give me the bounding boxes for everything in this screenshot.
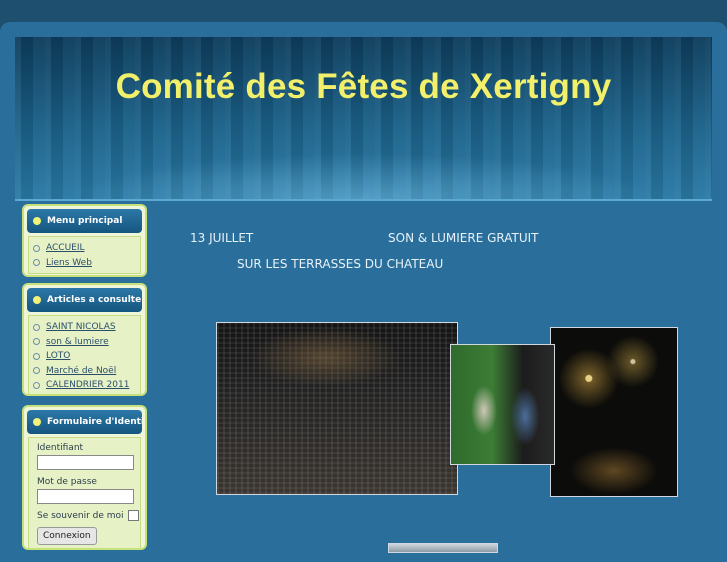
articles-list: SAINT NICOLAS son & lumiere LOTO Marché … bbox=[28, 315, 141, 394]
password-label: Mot de passe bbox=[37, 477, 97, 487]
ring-bullet-icon bbox=[33, 323, 40, 331]
articles-header: Articles a consulter bbox=[27, 288, 142, 312]
menu-item-label: Liens Web bbox=[46, 257, 92, 268]
article-link-loto[interactable]: LOTO bbox=[33, 349, 140, 364]
remember-row: Se souvenir de moi bbox=[37, 510, 140, 521]
password-input[interactable] bbox=[37, 489, 134, 504]
ring-bullet-icon bbox=[33, 338, 40, 346]
crowd-photo bbox=[216, 322, 458, 495]
menu-principal-header: Menu principal bbox=[27, 209, 142, 233]
login-header: Formulaire d'Identification bbox=[27, 410, 142, 434]
articles-title: Articles a consulter bbox=[47, 295, 142, 305]
menu-item-accueil[interactable]: ACCUEIL bbox=[33, 241, 140, 256]
menu-item-label: ACCUEIL bbox=[46, 243, 85, 254]
remember-checkbox[interactable] bbox=[127, 510, 139, 521]
menu-item-liens-web[interactable]: Liens Web bbox=[33, 256, 140, 271]
bullet-icon bbox=[33, 296, 41, 304]
article-link-son-lumiere[interactable]: son & lumiere bbox=[33, 335, 140, 350]
event-date: 13 JUILLET bbox=[190, 231, 254, 245]
article-link-saint-nicolas[interactable]: SAINT NICOLAS bbox=[33, 320, 140, 335]
ring-bullet-icon bbox=[33, 381, 40, 389]
bullet-icon bbox=[33, 217, 41, 225]
ring-bullet-icon bbox=[33, 367, 40, 375]
menu-principal-title: Menu principal bbox=[47, 216, 123, 226]
articles-module: Articles a consulter SAINT NICOLAS son &… bbox=[22, 283, 147, 396]
username-label: Identifiant bbox=[37, 443, 84, 453]
event-location: SUR LES TERRASSES DU CHATEAU bbox=[237, 257, 444, 271]
article-label: LOTO bbox=[46, 351, 71, 362]
fireworks-photo bbox=[550, 327, 678, 497]
menu-principal-module: Menu principal ACCUEIL Liens Web bbox=[22, 204, 147, 277]
event-title: SON & LUMIERE GRATUIT bbox=[388, 231, 539, 245]
login-module: Formulaire d'Identification Identifiant … bbox=[22, 405, 147, 550]
login-title: Formulaire d'Identification bbox=[47, 417, 142, 427]
remember-label: Se souvenir de moi bbox=[37, 510, 124, 521]
ring-bullet-icon bbox=[33, 352, 40, 360]
article-label: SAINT NICOLAS bbox=[46, 322, 116, 333]
bullet-icon bbox=[33, 418, 41, 426]
site-title: Comité des Fêtes de Xertigny bbox=[115, 67, 612, 106]
article-link-marche-noel[interactable]: Marché de Noël bbox=[33, 364, 140, 379]
menu-principal-list: ACCUEIL Liens Web bbox=[28, 236, 141, 274]
username-input[interactable] bbox=[37, 455, 134, 470]
costume-photo bbox=[450, 344, 555, 465]
article-label: son & lumiere bbox=[46, 336, 109, 347]
ring-bullet-icon bbox=[33, 244, 40, 252]
ring-bullet-icon bbox=[33, 259, 40, 267]
login-button[interactable]: Connexion bbox=[37, 527, 97, 545]
article-link-calendrier[interactable]: CALENDRIER 2011 bbox=[33, 378, 140, 393]
article-label: CALENDRIER 2011 bbox=[46, 380, 130, 391]
header-banner: Comité des Fêtes de Xertigny bbox=[15, 37, 712, 201]
article-label: Marché de Noël bbox=[46, 365, 117, 376]
login-form: Identifiant Mot de passe Se souvenir de … bbox=[28, 437, 141, 548]
